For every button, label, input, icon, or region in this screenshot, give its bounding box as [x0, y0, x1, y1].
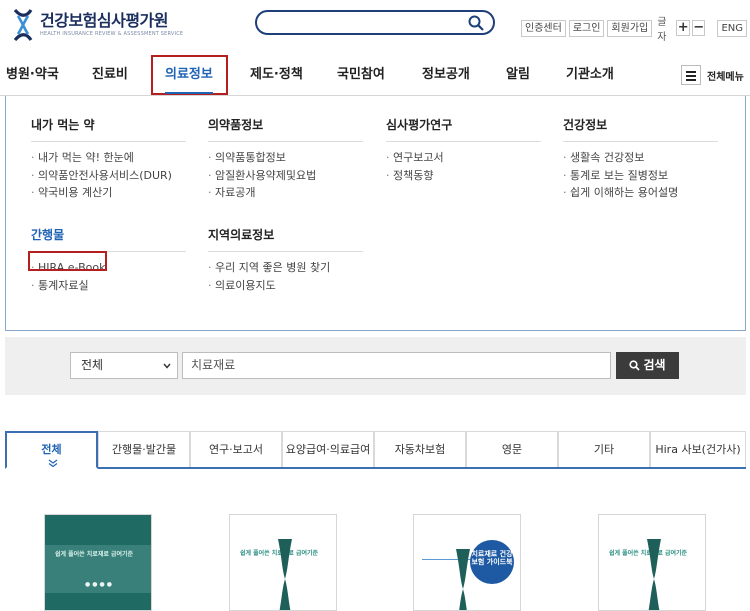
nav-item-fee[interactable]: 진료비: [92, 54, 128, 96]
global-search-input[interactable]: [269, 15, 459, 31]
book-badge: 치료재료 건강보험 가이드북: [470, 540, 514, 584]
nav-highlight-box: [151, 55, 228, 95]
mega-link[interactable]: 약국비용 계산기: [31, 184, 186, 202]
mega-col-health-info: 건강정보 생활속 건강정보 통계로 보는 질병정보 쉽게 이해하는 용어설명: [563, 116, 718, 202]
nav-item-notice[interactable]: 알림: [506, 54, 530, 96]
mega-col-title[interactable]: 내가 먹는 약: [31, 116, 186, 142]
main-nav: 병원·약국 진료비 의료정보 제도·정책 국민참여 정보공개 알림 기관소개 전…: [0, 54, 750, 96]
all-menu-label: 전체메뉴: [707, 71, 744, 83]
chevron-down-icon: [163, 363, 171, 369]
mega-col-title[interactable]: 지역의료정보: [208, 226, 363, 252]
site-logo[interactable]: 건강보험심사평가원 HEALTH INSURANCE REVIEW & ASSE…: [12, 8, 183, 42]
book-thumbnail[interactable]: 치료재료 건강보험 가이드북: [413, 514, 521, 611]
utility-menu: 인증센터 로그인 회원가입 글자 + − ENG: [521, 13, 750, 43]
category-select[interactable]: 전체: [70, 352, 178, 379]
search-button-label: 검색: [643, 358, 666, 372]
nav-active-underline: [165, 92, 213, 94]
tab-hira-magazine[interactable]: Hira 사보(건가사): [650, 431, 746, 467]
search-bar: 전체 치료재료 검색: [5, 337, 746, 395]
mega-link[interactable]: 통계로 보는 질병정보: [563, 167, 718, 185]
zoom-in-button[interactable]: +: [676, 20, 690, 36]
mega-link[interactable]: 의료이용지도: [208, 277, 363, 295]
mega-link[interactable]: 통계자료실: [31, 277, 186, 295]
zoom-out-button[interactable]: −: [691, 20, 706, 36]
double-chevron-down-icon: [48, 459, 58, 467]
nav-item-hospital[interactable]: 병원·약국: [6, 54, 59, 96]
chromosome-icon: [456, 549, 470, 610]
font-size-label: 글자: [657, 17, 667, 43]
mega-link[interactable]: 생활속 건강정보: [563, 149, 718, 167]
mega-col-my-medicine: 내가 먹는 약 내가 먹는 약! 한눈에 의약품안전사용서비스(DUR) 약국비…: [31, 116, 186, 202]
mega-col-title[interactable]: 건강정보: [563, 116, 718, 142]
chromosome-icon: [647, 539, 661, 610]
nav-item-about[interactable]: 기관소개: [566, 54, 614, 96]
nav-item-policy[interactable]: 제도·정책: [250, 54, 303, 96]
join-link[interactable]: 회원가입: [607, 19, 653, 37]
keyword-input[interactable]: 치료재료: [182, 352, 611, 379]
tab-english[interactable]: 영문: [466, 431, 558, 467]
login-link[interactable]: 로그인: [568, 19, 605, 37]
category-select-value: 전체: [81, 358, 104, 372]
mega-link[interactable]: 정책동향: [386, 167, 541, 185]
mega-link[interactable]: 우리 지역 좋은 병원 찾기: [208, 259, 363, 277]
tab-all[interactable]: 전체: [5, 431, 98, 469]
tab-research[interactable]: 연구·보고서: [190, 431, 282, 467]
all-menu-button[interactable]: 전체메뉴: [681, 65, 744, 85]
mega-link[interactable]: 자료공개: [208, 184, 363, 202]
book-cover-dots: ●●●●: [85, 581, 114, 588]
mega-menu: 내가 먹는 약 내가 먹는 약! 한눈에 의약품안전사용서비스(DUR) 약국비…: [5, 96, 746, 331]
book-thumbnail[interactable]: 쉽게 풀어쓴 치료재료 급여기준: [229, 514, 337, 611]
mega-col-title[interactable]: 의약품정보: [208, 116, 363, 142]
nav-item-disclosure[interactable]: 정보공개: [422, 54, 470, 96]
ebook-highlight-box: [28, 251, 107, 271]
top-header: 건강보험심사평가원 HEALTH INSURANCE REVIEW & ASSE…: [0, 0, 750, 50]
logo-mark-icon: [13, 8, 33, 42]
category-tabs: 전체 간행물·발간물 연구·보고서 요양급여·의료급여 자동차보험 영문 기타 …: [5, 431, 746, 469]
search-icon[interactable]: [468, 15, 484, 31]
book-thumbnail[interactable]: 쉽게 풀어쓴 치료재료 급여기준 ●●●●: [44, 514, 152, 611]
tab-label: 전체: [41, 443, 62, 456]
mega-link[interactable]: 내가 먹는 약! 한눈에: [31, 149, 186, 167]
chromosome-icon: [278, 539, 292, 610]
nav-item-participation[interactable]: 국민참여: [337, 54, 385, 96]
book-thumbnail[interactable]: 쉽게 풀어쓴 치료재료 급여기준: [598, 514, 706, 611]
mega-col-title[interactable]: 간행물: [31, 226, 186, 252]
global-search: [255, 10, 495, 35]
mega-link[interactable]: 연구보고서: [386, 149, 541, 167]
cert-center-link[interactable]: 인증센터: [521, 19, 566, 37]
tab-benefits[interactable]: 요양급여·의료급여: [282, 431, 374, 467]
english-link[interactable]: ENG: [717, 19, 748, 37]
logo-subtitle: HEALTH INSURANCE REVIEW & ASSESSMENT SER…: [40, 31, 184, 37]
tab-auto-insurance[interactable]: 자동차보험: [374, 431, 466, 467]
mega-link[interactable]: 쉽게 이해하는 용어설명: [563, 184, 718, 202]
hamburger-icon: [681, 65, 701, 85]
mega-col-title[interactable]: 심사평가연구: [386, 116, 541, 142]
mega-link[interactable]: 의약품통합정보: [208, 149, 363, 167]
mega-col-drug-info: 의약품정보 의약품통합정보 암질환사용약제및요법 자료공개: [208, 116, 363, 202]
logo-name: 건강보험심사평가원: [40, 11, 168, 30]
book-title: 쉽게 풀어쓴 치료재료 급여기준: [55, 551, 134, 558]
mega-col-regional: 지역의료정보 우리 지역 좋은 병원 찾기 의료이용지도: [208, 226, 363, 294]
tab-publications[interactable]: 간행물·발간물: [98, 431, 190, 467]
search-button[interactable]: 검색: [616, 352, 679, 379]
mega-link[interactable]: 의약품안전사용서비스(DUR): [31, 167, 186, 185]
search-icon: [629, 360, 641, 371]
mega-link[interactable]: 암질환사용약제및요법: [208, 167, 363, 185]
tab-etc[interactable]: 기타: [558, 431, 650, 467]
mega-col-research: 심사평가연구 연구보고서 정책동향: [386, 116, 541, 184]
